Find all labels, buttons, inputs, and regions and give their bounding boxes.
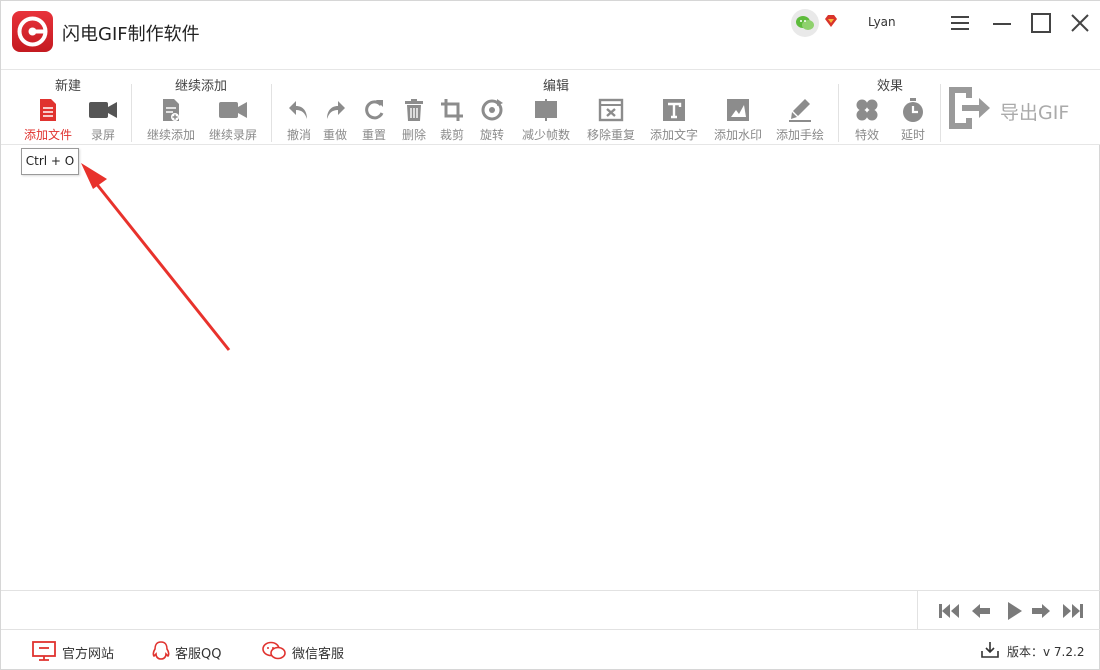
timeline-bar <box>1 590 1100 630</box>
tool-label: 添加水印 <box>713 128 762 142</box>
timer-icon <box>903 98 923 122</box>
wechat-icon <box>262 641 286 660</box>
app-window: 闪电GIF制作软件 Lyan 新建 继续添加 编辑 效果 添加文件 录屏 继续添… <box>0 0 1100 670</box>
add-drawing-button[interactable]: 添加手绘 <box>770 97 830 145</box>
watermark-icon <box>727 99 749 121</box>
tool-label: 添加文字 <box>649 128 698 142</box>
tool-label: 移除重复 <box>586 128 635 142</box>
delay-button[interactable]: 延时 <box>883 97 943 145</box>
username[interactable]: Lyan <box>868 15 896 29</box>
play-icon[interactable] <box>1003 601 1025 621</box>
reduce-frames-icon <box>535 99 557 121</box>
tool-label: 添加手绘 <box>775 128 824 142</box>
first-frame-icon[interactable] <box>938 601 960 621</box>
tool-label: 旋转 <box>479 128 504 142</box>
maximize-icon[interactable] <box>1029 11 1053 35</box>
download-icon <box>981 642 999 658</box>
tool-label: 延时 <box>900 128 925 142</box>
rotate-button[interactable]: 旋转 <box>462 97 522 145</box>
tool-label: 减少帧数 <box>521 128 570 142</box>
playback-controls <box>917 591 1100 630</box>
export-gif-button[interactable]: 导出GIF <box>946 84 1086 136</box>
version-label: 版本：v 7.2.2 <box>1007 645 1085 659</box>
wechat-support-link[interactable]: 微信客服 <box>261 640 351 664</box>
monitor-icon <box>32 641 56 661</box>
remove-duplicates-button[interactable]: 移除重复 <box>581 97 641 145</box>
add-text-button[interactable]: 添加文字 <box>644 97 704 145</box>
group-title-effects: 效果 <box>876 79 903 94</box>
annotation-arrow-icon <box>81 163 231 351</box>
next-frame-icon[interactable] <box>1030 601 1052 621</box>
rotate-icon <box>481 99 503 121</box>
remove-duplicate-icon <box>598 98 624 122</box>
text-icon <box>663 99 685 121</box>
official-website-link[interactable]: 官方网站 <box>31 640 121 664</box>
qq-support-label: 客服QQ <box>175 647 222 662</box>
qq-support-link[interactable]: 客服QQ <box>151 640 231 664</box>
previous-frame-icon[interactable] <box>970 601 992 621</box>
add-watermark-button[interactable]: 添加水印 <box>708 97 768 145</box>
wechat-support-label: 微信客服 <box>292 647 345 662</box>
export-label: 导出GIF <box>1000 102 1070 124</box>
qq-icon <box>152 641 170 660</box>
group-title-edit: 编辑 <box>542 79 569 94</box>
export-icon <box>949 87 990 129</box>
reduce-frames-button[interactable]: 减少帧数 <box>516 97 576 145</box>
version-info[interactable]: 版本：v 7.2.2 <box>979 640 1084 662</box>
menu-icon[interactable] <box>948 11 972 35</box>
last-frame-icon[interactable] <box>1060 601 1083 621</box>
footer-bar: 官方网站 客服QQ 微信客服 版本：v 7.2.2 <box>1 631 1100 670</box>
brush-icon <box>789 99 811 122</box>
wechat-login-icon[interactable] <box>791 9 819 37</box>
close-icon[interactable] <box>1068 11 1092 35</box>
effects-icon <box>856 99 878 121</box>
vip-diamond-icon[interactable] <box>823 13 839 29</box>
minimize-icon[interactable] <box>990 11 1014 35</box>
official-website-label: 官方网站 <box>62 647 115 662</box>
